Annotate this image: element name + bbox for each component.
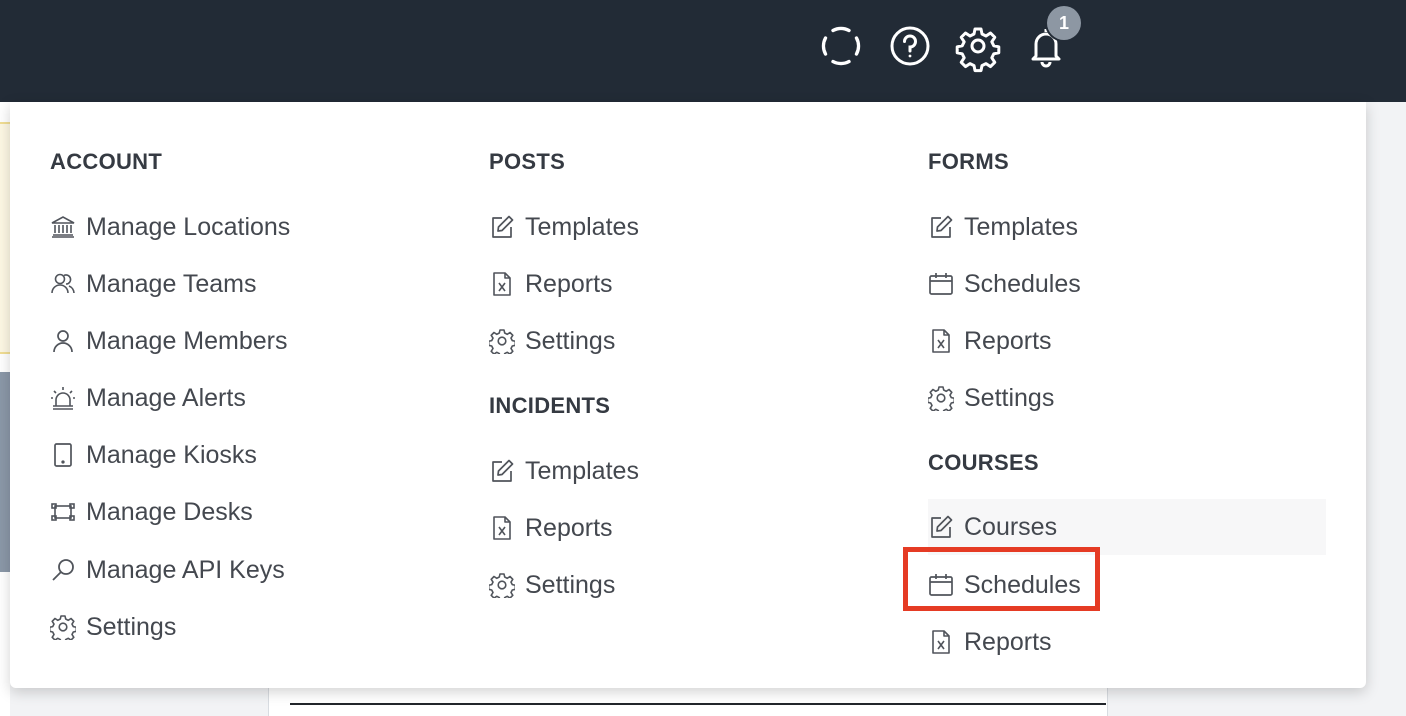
help-icon[interactable]: [888, 24, 932, 68]
excel-file-icon: [489, 271, 515, 297]
tablet-icon: [50, 442, 76, 468]
gear-icon: [928, 385, 954, 411]
menu-item-forms-reports[interactable]: Reports: [928, 319, 1052, 363]
settings-dropdown-menu: ACCOUNT Manage Locations Manage Teams Ma…: [10, 102, 1366, 688]
menu-item-label: Settings: [964, 383, 1055, 412]
gear-icon: [489, 328, 515, 354]
edit-icon: [928, 514, 954, 540]
menu-item-posts-settings[interactable]: Settings: [489, 319, 615, 363]
annotation-highlight-box: [903, 547, 1100, 611]
menu-item-label: Schedules: [964, 269, 1081, 298]
gear-icon[interactable]: [955, 24, 1001, 73]
menu-item-label: Manage Kiosks: [86, 440, 257, 469]
background-alert-strip: [0, 122, 10, 354]
loading-ring-icon[interactable]: [819, 24, 863, 68]
menu-item-incidents-settings[interactable]: Settings: [489, 563, 615, 607]
forms-heading: FORMS: [928, 149, 1009, 174]
menu-item-label: Manage Members: [86, 326, 288, 355]
menu-item-label: Settings: [86, 612, 177, 641]
edit-icon: [928, 214, 954, 240]
menu-item-label: Templates: [525, 212, 639, 241]
menu-item-incidents-reports[interactable]: Reports: [489, 506, 613, 550]
menu-item-label: Settings: [525, 570, 616, 599]
menu-item-manage-desks[interactable]: Manage Desks: [50, 490, 253, 534]
menu-item-label: Manage Desks: [86, 497, 253, 526]
menu-item-label: Templates: [525, 456, 639, 485]
menu-item-label: Manage Alerts: [86, 383, 246, 412]
background-panel: [268, 688, 1108, 716]
calendar-icon: [928, 271, 954, 297]
incidents-heading: INCIDENTS: [489, 393, 611, 418]
menu-item-label: Manage Locations: [86, 212, 291, 241]
key-search-icon: [50, 557, 76, 583]
menu-item-label: Manage API Keys: [86, 555, 285, 584]
menu-item-forms-settings[interactable]: Settings: [928, 376, 1054, 420]
menu-item-label: Templates: [964, 212, 1078, 241]
courses-heading: COURSES: [928, 450, 1039, 475]
desk-icon: [50, 499, 76, 525]
alarm-icon: [50, 385, 76, 411]
edit-icon: [489, 458, 515, 484]
menu-item-label: Reports: [964, 627, 1052, 656]
user-icon: [50, 328, 76, 354]
menu-item-courses-reports[interactable]: Reports: [928, 620, 1052, 664]
menu-item-forms-templates[interactable]: Templates: [928, 205, 1078, 249]
menu-item-label: Reports: [525, 269, 613, 298]
team-icon: [50, 271, 76, 297]
menu-item-manage-members[interactable]: Manage Members: [50, 319, 287, 363]
menu-item-posts-reports[interactable]: Reports: [489, 262, 613, 306]
posts-heading: POSTS: [489, 149, 566, 174]
building-icon: [50, 214, 76, 240]
top-navbar: 1: [0, 0, 1406, 102]
menu-item-label: Settings: [525, 326, 616, 355]
menu-item-label: Reports: [525, 513, 613, 542]
excel-file-icon: [489, 515, 515, 541]
excel-file-icon: [928, 629, 954, 655]
menu-item-manage-kiosks[interactable]: Manage Kiosks: [50, 433, 257, 477]
menu-item-manage-teams[interactable]: Manage Teams: [50, 262, 256, 306]
background-image-strip: [0, 372, 10, 572]
background-divider: [290, 703, 1106, 705]
notification-count-badge: 1: [1047, 6, 1081, 40]
menu-item-forms-schedules[interactable]: Schedules: [928, 262, 1081, 306]
account-heading: ACCOUNT: [50, 149, 163, 174]
gear-icon: [50, 614, 76, 640]
menu-item-label: Manage Teams: [86, 269, 257, 298]
menu-item-posts-templates[interactable]: Templates: [489, 205, 639, 249]
menu-item-label: Reports: [964, 326, 1052, 355]
menu-item-label: Courses: [964, 512, 1058, 541]
menu-item-incidents-templates[interactable]: Templates: [489, 449, 639, 493]
menu-item-manage-alerts[interactable]: Manage Alerts: [50, 376, 246, 420]
excel-file-icon: [928, 328, 954, 354]
menu-item-account-settings[interactable]: Settings: [50, 605, 176, 649]
menu-item-manage-api-keys[interactable]: Manage API Keys: [50, 548, 285, 592]
gear-icon: [489, 572, 515, 598]
menu-item-manage-locations[interactable]: Manage Locations: [50, 205, 290, 249]
edit-icon: [489, 214, 515, 240]
